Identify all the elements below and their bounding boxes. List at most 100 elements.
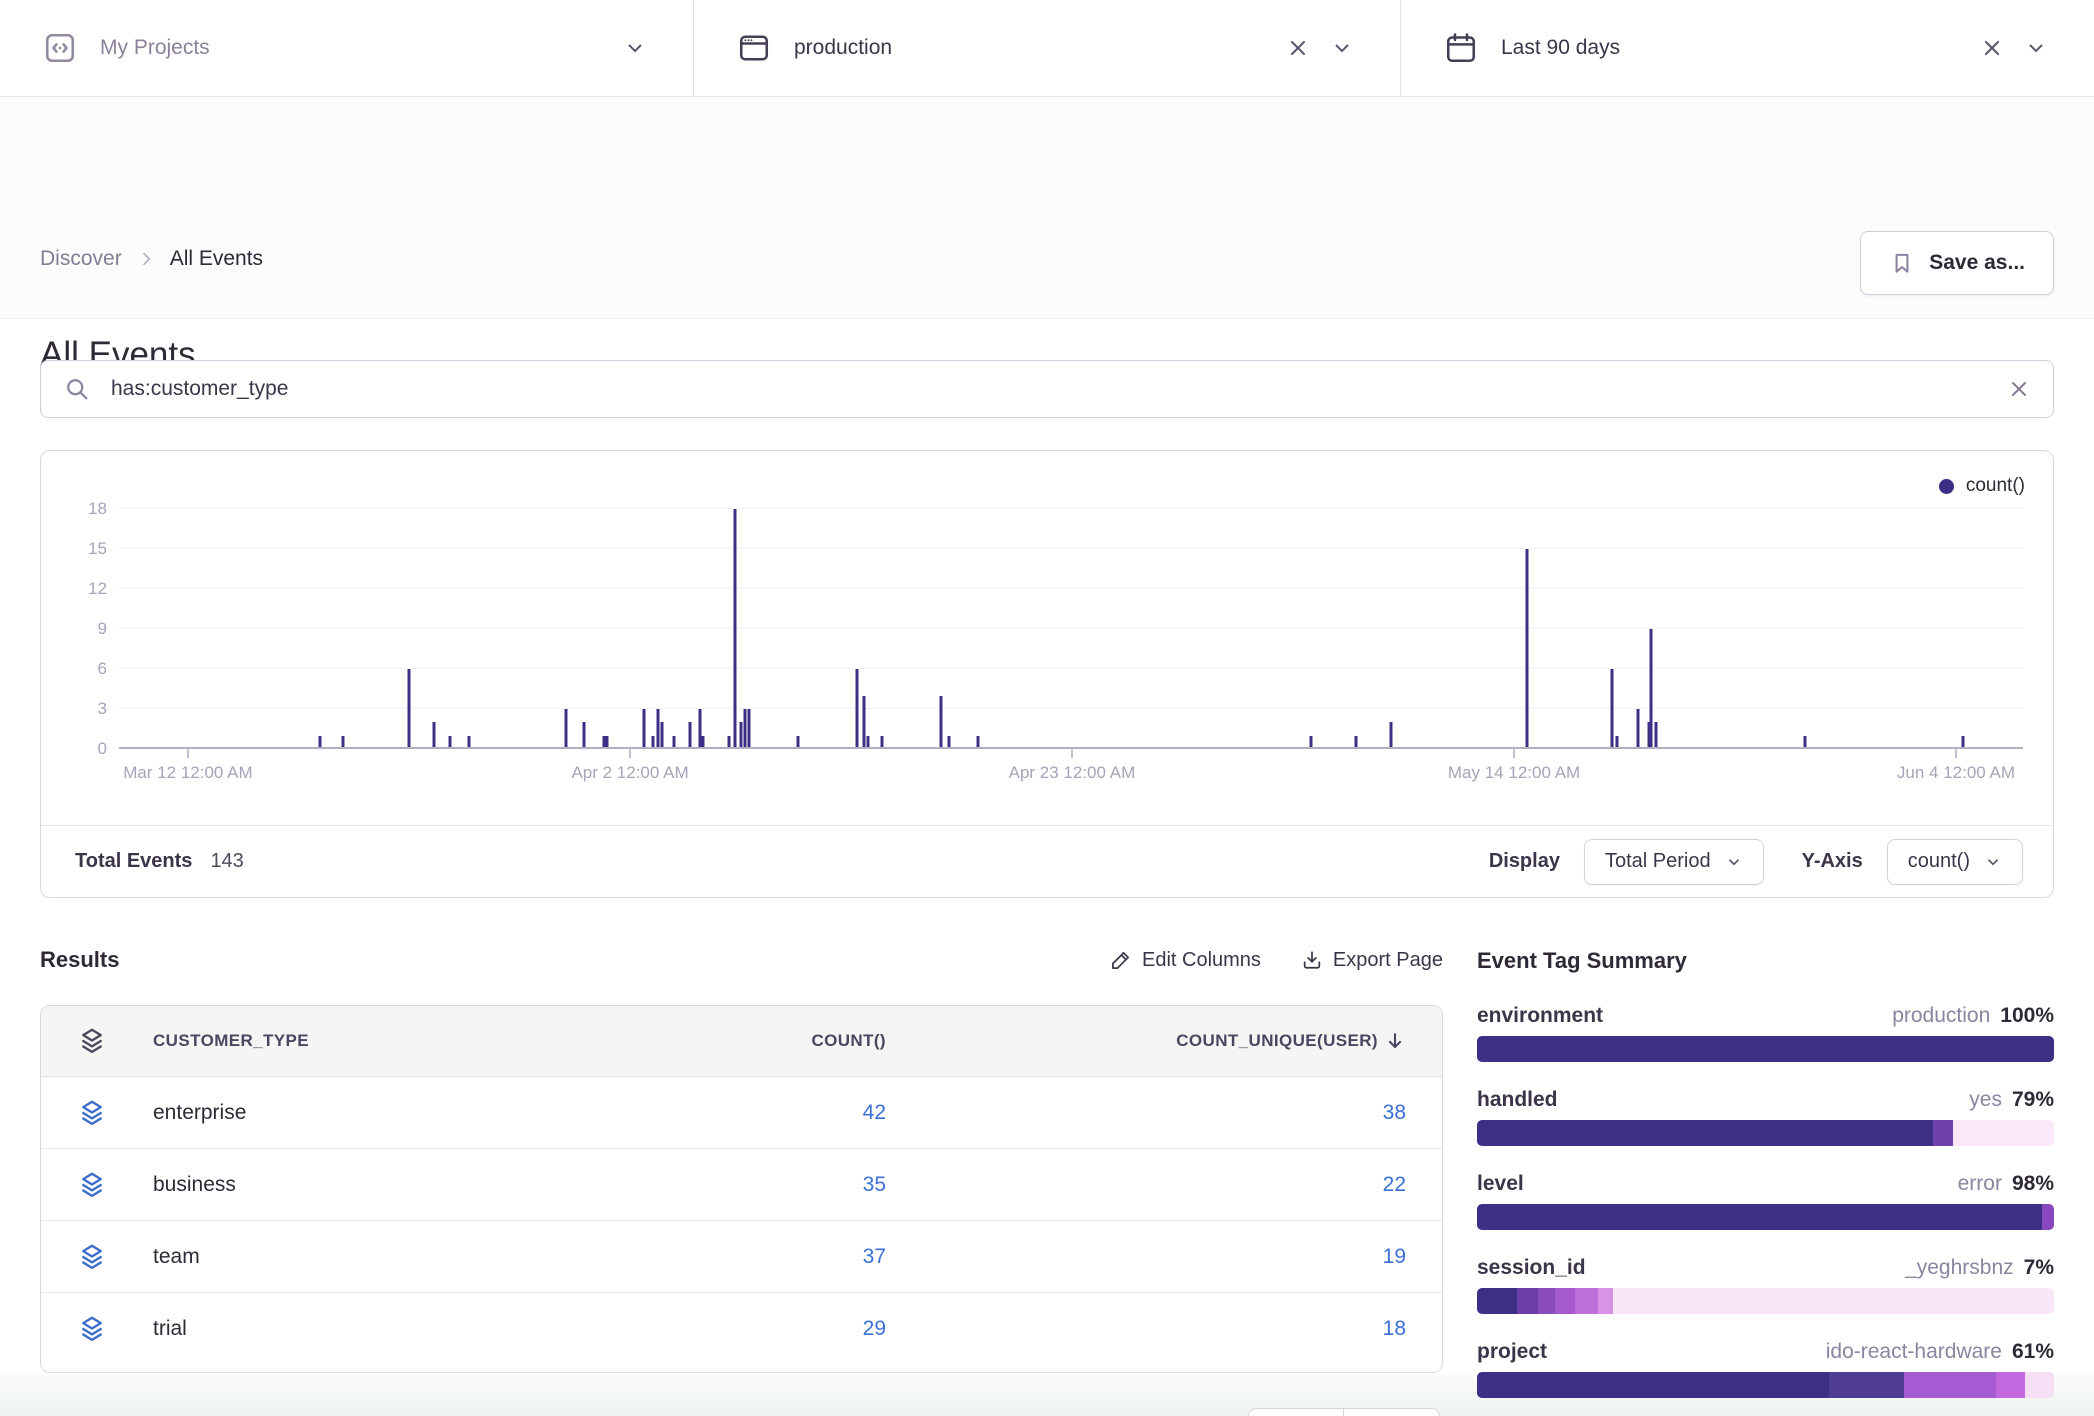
tag-top-value: yes <box>1969 1088 2002 1112</box>
display-label: Display <box>1489 850 1560 873</box>
tag-bar[interactable] <box>1477 1036 2054 1062</box>
results-table: CUSTOMER_TYPECOUNT()COUNT_UNIQUE(USER) e… <box>40 1005 1443 1373</box>
x-tick-mark <box>629 749 631 758</box>
close-icon[interactable] <box>1980 36 2004 60</box>
column-header-count[interactable]: COUNT() <box>586 1031 886 1051</box>
cell-count[interactable]: 35 <box>586 1173 886 1197</box>
x-tick-label: Apr 23 12:00 AM <box>1009 763 1136 783</box>
breadcrumb-chevron-icon <box>136 249 156 269</box>
tag-row-environment: environmentproduction100% <box>1477 1004 2054 1062</box>
tag-bar-segment <box>1598 1288 1612 1314</box>
chevron-down-icon[interactable] <box>623 36 647 60</box>
tag-bar-segment <box>1477 1036 2054 1062</box>
chevron-down-icon[interactable] <box>1330 36 1354 60</box>
tag-row-handled: handled yes 79% <box>1477 1088 2054 1146</box>
close-icon[interactable] <box>1286 36 1310 60</box>
tag-top-percentage: 7% <box>2024 1256 2054 1280</box>
tag-bar-segment <box>1477 1372 1829 1398</box>
edit-columns-label: Edit Columns <box>1142 949 1261 972</box>
yaxis-select[interactable]: count() <box>1887 839 2023 885</box>
column-header-count_unique[interactable]: COUNT_UNIQUE(USER) <box>886 1030 1406 1052</box>
x-tick-mark <box>1955 749 1957 758</box>
tag-key: handled <box>1477 1088 1558 1112</box>
tag-key: level <box>1477 1172 1524 1196</box>
tag-bar-segment <box>1904 1372 1996 1398</box>
breadcrumb-discover-link[interactable]: Discover <box>40 247 122 271</box>
legend-label: count() <box>1966 475 2025 497</box>
y-tick-label: 18 <box>41 499 107 519</box>
tag-bar-segment <box>1933 1120 1953 1146</box>
chart-bar <box>863 696 866 749</box>
column-header-customer_type[interactable]: CUSTOMER_TYPE <box>153 1031 586 1051</box>
tag-bar[interactable] <box>1477 1120 2054 1146</box>
tag-bar-segment <box>1517 1288 1537 1314</box>
next-page-button[interactable] <box>1344 1408 1440 1416</box>
table-header-row: CUSTOMER_TYPECOUNT()COUNT_UNIQUE(USER) <box>41 1006 1442 1077</box>
top-filter-bar: My Projects production <box>0 0 2094 97</box>
tag-key: project <box>1477 1340 1547 1364</box>
search-input[interactable] <box>109 376 1989 402</box>
chart-bar <box>689 722 692 749</box>
tag-bar-segment <box>1477 1120 1933 1146</box>
cell-count[interactable]: 42 <box>586 1101 886 1125</box>
table-row: team3719 <box>41 1221 1442 1293</box>
tag-bar-segment <box>1477 1204 2042 1230</box>
chevron-down-icon[interactable] <box>2024 36 2048 60</box>
chart-bar <box>748 709 751 749</box>
tag-bar-segment <box>1538 1288 1555 1314</box>
chart-bar <box>740 722 743 749</box>
x-tick-label: Jun 4 12:00 AM <box>1897 763 2015 783</box>
cell-count[interactable]: 29 <box>586 1317 886 1341</box>
tag-top-percentage: 79% <box>2012 1088 2054 1112</box>
chevron-down-icon <box>1725 853 1743 871</box>
chart-bar <box>855 669 858 749</box>
tag-row-session_id: session_id_yeghrsbnz7% <box>1477 1256 2054 1314</box>
date-range-filter[interactable]: Last 90 days <box>1400 0 2094 96</box>
chart-bar <box>1389 722 1392 749</box>
pagination <box>1248 1408 1440 1416</box>
y-tick-label: 15 <box>41 539 107 559</box>
environment-filter-label: production <box>794 36 892 60</box>
clear-search-icon[interactable] <box>2007 377 2031 401</box>
project-selector[interactable]: My Projects <box>0 0 693 96</box>
tag-bar[interactable] <box>1477 1288 2054 1314</box>
save-as-button[interactable]: Save as... <box>1860 231 2054 295</box>
calendar-icon <box>1443 30 1479 66</box>
cell-count-unique[interactable]: 18 <box>886 1317 1406 1341</box>
tag-key: environment <box>1477 1004 1603 1028</box>
previous-page-button[interactable] <box>1248 1408 1344 1416</box>
tag-bar-segment <box>1996 1372 2025 1398</box>
cell-count-unique[interactable]: 19 <box>886 1245 1406 1269</box>
tag-bar[interactable] <box>1477 1204 2054 1230</box>
sort-desc-icon <box>1384 1030 1406 1052</box>
x-tick-mark <box>1513 749 1515 758</box>
tag-bar-segment <box>1613 1288 2054 1314</box>
environment-filter[interactable]: production <box>693 0 1400 96</box>
yaxis-label: Y-Axis <box>1802 850 1863 873</box>
cell-count[interactable]: 37 <box>586 1245 886 1269</box>
y-tick-label: 3 <box>41 699 107 719</box>
export-page-button[interactable]: Export Page <box>1301 949 1443 972</box>
window-icon <box>736 30 772 66</box>
cell-count-unique[interactable]: 22 <box>886 1173 1406 1197</box>
chart-plot[interactable] <box>119 509 2023 749</box>
save-as-label: Save as... <box>1929 251 2025 275</box>
cell-count-unique[interactable]: 38 <box>886 1101 1406 1125</box>
tag-top-percentage: 100% <box>2000 1004 2054 1028</box>
display-select[interactable]: Total Period <box>1584 839 1764 885</box>
tag-bar[interactable] <box>1477 1372 2054 1398</box>
edit-columns-button[interactable]: Edit Columns <box>1110 949 1261 972</box>
stack-icon <box>77 1314 153 1344</box>
projects-icon <box>42 30 78 66</box>
total-events-value: 143 <box>210 850 243 873</box>
chart-bar <box>939 696 942 749</box>
chart-bar <box>1637 709 1640 749</box>
cell-customer-type: enterprise <box>153 1101 586 1125</box>
y-tick-label: 0 <box>41 739 107 759</box>
tag-top-percentage: 61% <box>2012 1340 2054 1364</box>
chart-bar <box>657 709 660 749</box>
chart-legend[interactable]: count() <box>1939 475 2025 497</box>
page-header: Discover All Events Save as... All Event… <box>0 97 2094 319</box>
tag-top-value: error <box>1958 1172 2002 1196</box>
y-tick-label: 12 <box>41 579 107 599</box>
